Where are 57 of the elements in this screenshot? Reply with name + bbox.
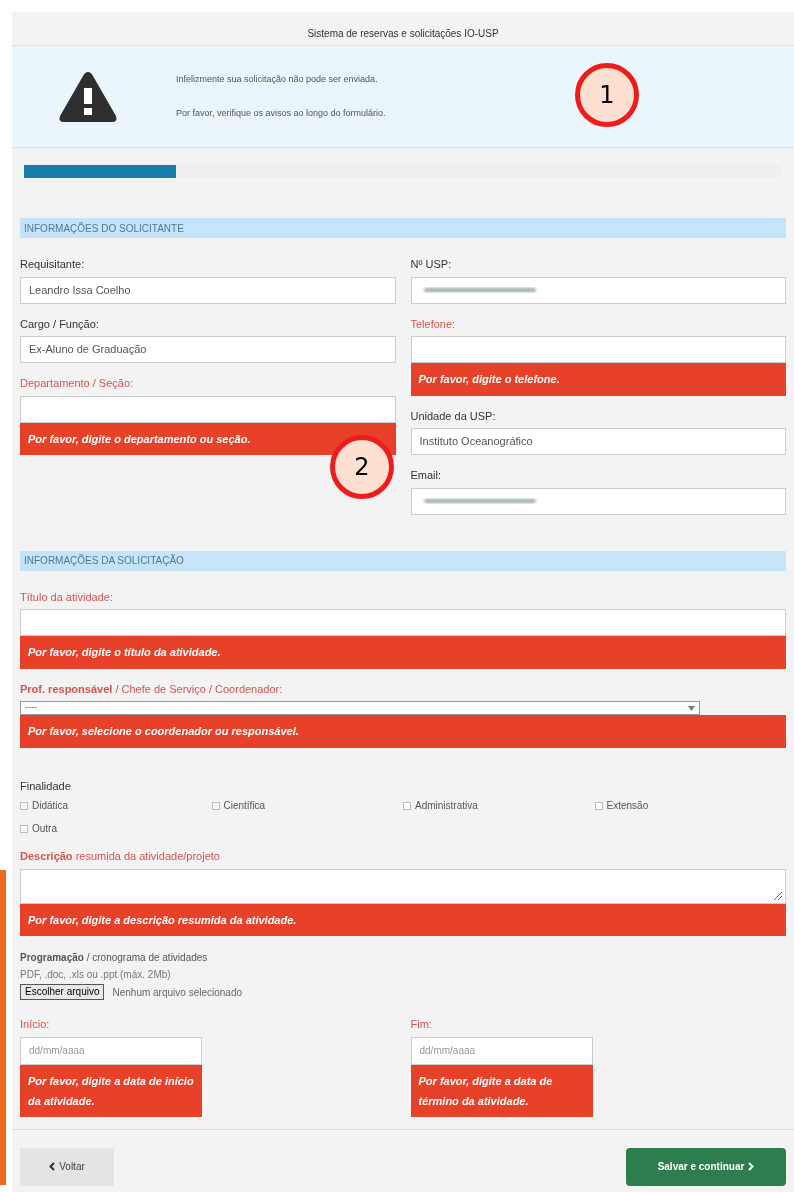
field-label: Unidade da USP: (410, 408, 497, 424)
field-label: Título da atividade: (20, 589, 114, 605)
section-heading: INFORMAÇÕES DO SOLICITANTE (20, 218, 786, 238)
select-field[interactable]: ---- (20, 701, 700, 715)
resize-handle-icon (773, 890, 783, 901)
field-label: Prof. responsável / Chefe de Serviço / Coordenador: (20, 681, 284, 697)
field-label: Nº USP: (410, 257, 453, 272)
error-message: Por favor, digite o telefone. (410, 363, 786, 396)
input-field[interactable] (410, 487, 786, 515)
field-label: Início: (20, 1017, 51, 1032)
file-status: Nenhum arquivo selecionado (112, 985, 242, 1000)
field-label: Email: (410, 468, 443, 483)
date-field[interactable]: dd/mm/aaaa (20, 1036, 202, 1065)
alert-text: Infelizmente sua solicitação não pode ser enviada. (176, 73, 379, 86)
field-label: Finalidade (20, 778, 72, 794)
file-button[interactable]: Escolher arquivo (20, 984, 105, 1000)
error-message: Por favor, digite o título da atividade. (20, 636, 786, 669)
input-field[interactable]: Ex-Aluno de Graduação (20, 336, 396, 363)
checkbox-label: Administrativa (415, 799, 478, 813)
checkbox-label: Didática (32, 799, 69, 813)
error-message: Por favor, digite a data de término da atividade. (410, 1064, 593, 1117)
field-label: Fim: (410, 1017, 433, 1032)
checkbox-label: Extensão (606, 799, 649, 813)
warning-icon (58, 69, 118, 124)
field-label: Telefone: (410, 316, 457, 332)
section-heading: INFORMAÇÕES DA SOLICITAÇÃO (20, 550, 786, 571)
input-field[interactable]: Leandro Issa Coelho (20, 276, 396, 304)
checkbox[interactable] (211, 801, 220, 810)
field-label: Programação / cronograma de atividades (20, 951, 209, 965)
input-field[interactable]: Instituto Oceanográfico (410, 428, 786, 455)
caret-icon (688, 705, 695, 711)
checkbox[interactable] (403, 801, 411, 810)
input-field[interactable] (20, 609, 786, 636)
error-message: Por favor, digite a descrição resumida da atividade. (20, 903, 786, 936)
error-message: Por favor, digite a data de início da atividade. (20, 1064, 202, 1117)
field-label: Departamento / Seção: (20, 376, 135, 391)
field-label: Descrição resumida da atividade/projeto (20, 849, 221, 864)
checkbox[interactable] (20, 801, 28, 810)
date-field[interactable]: dd/mm/aaaa (410, 1036, 593, 1065)
checkbox[interactable] (20, 824, 28, 833)
save-continue-button[interactable]: Salvar e continuar (626, 1147, 786, 1186)
checkbox[interactable] (594, 801, 603, 810)
chevron-left-icon (49, 1162, 56, 1171)
text-area[interactable] (20, 868, 786, 904)
input-field[interactable] (410, 336, 786, 363)
input-field[interactable] (20, 395, 396, 423)
field-label: Requisitante: (20, 257, 86, 272)
checkbox-label: Científica (223, 799, 266, 813)
field-label: Cargo / Função: (20, 316, 100, 332)
page-title: Sistema de reservas e solicitações IO-USP (307, 27, 499, 41)
error-message: Por favor, selecione o coordenador ou responsável. (20, 715, 786, 748)
chevron-right-icon (748, 1162, 755, 1171)
checkbox-label: Outra (32, 822, 57, 836)
alert-text: Por favor, verifique os avisos ao longo do formulário. (176, 106, 386, 120)
back-button[interactable]: Voltar (20, 1147, 114, 1186)
input-field[interactable] (410, 276, 786, 304)
hint-text: PDF, .doc, .xls ou .ppt (máx. 2Mb) (20, 968, 172, 982)
